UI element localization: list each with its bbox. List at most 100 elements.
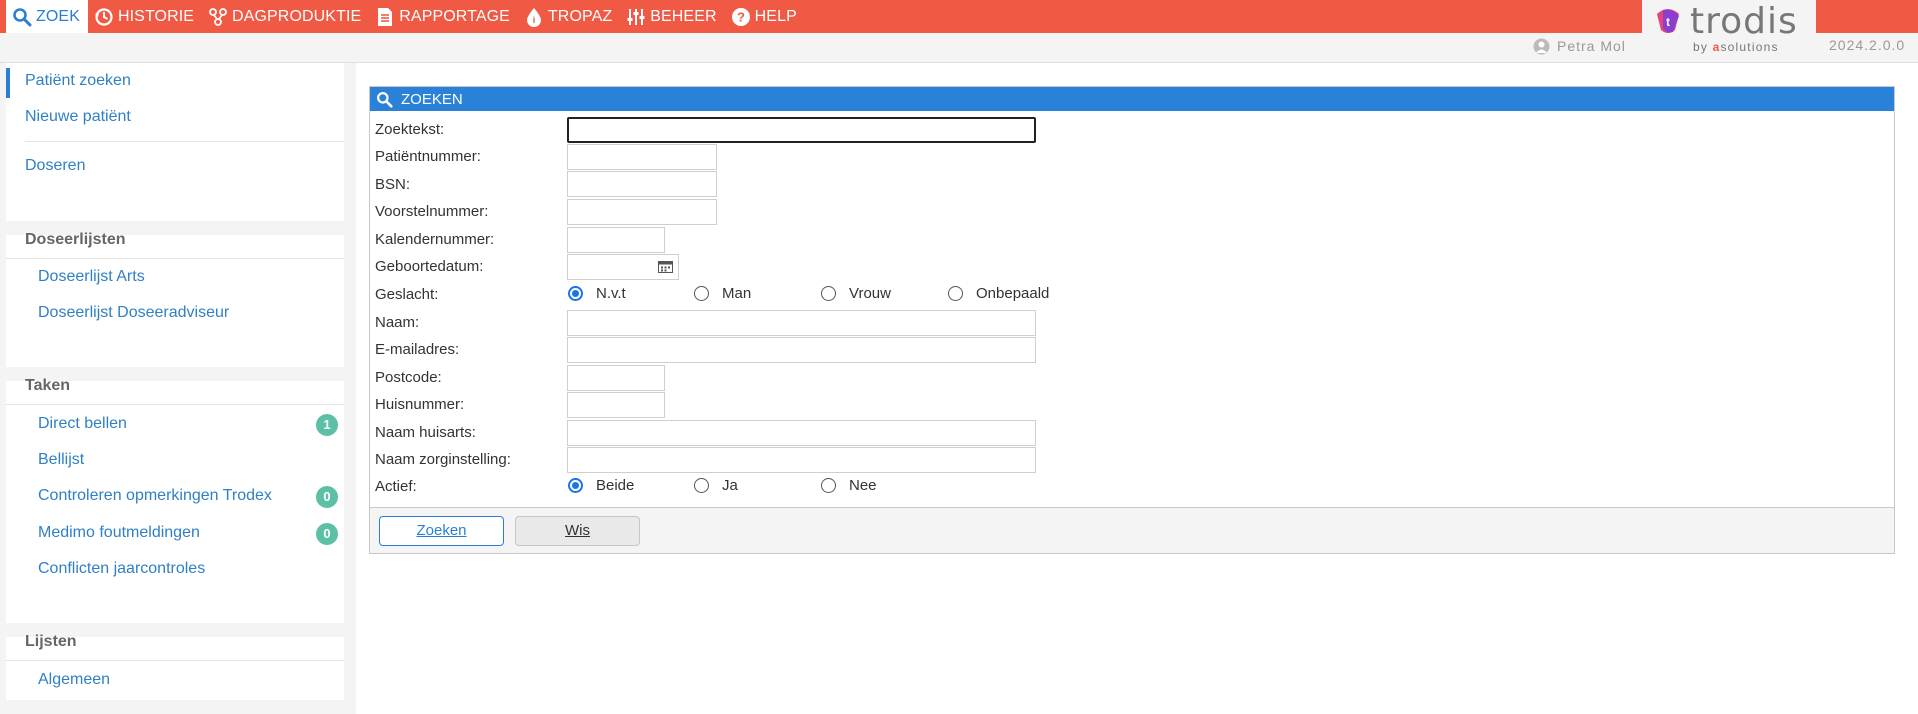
actief-label: Actief: xyxy=(375,478,417,495)
geslacht-label: Geslacht: xyxy=(375,286,439,303)
actief-radio-beide[interactable]: Beide xyxy=(568,477,634,494)
voorstelnummer-input[interactable] xyxy=(567,199,717,225)
history-icon xyxy=(94,7,113,26)
user-icon xyxy=(1533,38,1550,54)
drop-icon: i xyxy=(526,7,541,27)
geslacht-option-label: Vrouw xyxy=(849,285,891,302)
nav-dagproduktie[interactable]: DAGPRODUKTIE xyxy=(202,0,369,33)
huisnummer-input[interactable] xyxy=(567,392,665,418)
nav-rapportage[interactable]: RAPPORTAGE xyxy=(369,0,518,33)
svg-text:i: i xyxy=(533,15,536,25)
top-nav-bar: ZOEK HISTORIE DAGPRODUKTIE RAPPORTAGE i … xyxy=(0,0,1918,33)
actief-radio-nee[interactable]: Nee xyxy=(821,477,877,494)
svg-text:?: ? xyxy=(737,9,745,24)
sidebar-item-doseerlijst-arts[interactable]: Doseerlijst Arts xyxy=(38,268,145,286)
naam-input[interactable] xyxy=(567,310,1036,336)
geslacht-radio-nvt[interactable]: N.v.t xyxy=(568,285,626,302)
search-icon xyxy=(377,91,393,108)
search-icon xyxy=(13,7,32,26)
radio-indicator xyxy=(694,286,709,301)
actief-radio-ja[interactable]: Ja xyxy=(694,477,738,494)
nav-historie[interactable]: HISTORIE xyxy=(88,0,202,33)
geslacht-radio-man[interactable]: Man xyxy=(694,285,751,302)
sidebar-item-direct-bellen[interactable]: Direct bellen xyxy=(38,415,127,433)
nav-rapportage-label: RAPPORTAGE xyxy=(399,7,510,25)
main-content: ZOEKEN Zoektekst: Patiëntnummer: BSN: Vo… xyxy=(356,63,1918,714)
kalendernummer-input[interactable] xyxy=(567,227,665,253)
sidebar-divider xyxy=(6,660,344,661)
naam-zorginstelling-input[interactable] xyxy=(567,447,1036,473)
naam-zorginstelling-label: Naam zorginstelling: xyxy=(375,451,511,468)
actief-option-label: Beide xyxy=(596,477,635,494)
wis-button[interactable]: Wis xyxy=(515,516,640,546)
network-icon xyxy=(209,7,227,26)
panel-footer: Zoeken Wis xyxy=(370,507,1894,553)
zoektekst-input[interactable] xyxy=(567,117,1036,143)
geboortedatum-input[interactable] xyxy=(568,255,652,279)
brand-name: trodis xyxy=(1690,1,1798,42)
nav-beheer[interactable]: BEHEER xyxy=(620,0,724,33)
main-nav: ZOEK HISTORIE DAGPRODUKTIE RAPPORTAGE i … xyxy=(6,0,805,33)
geslacht-option-label: Onbepaald xyxy=(976,285,1050,302)
sidebar-item-controleren-opmerkingen[interactable]: Controleren opmerkingen Trodex xyxy=(38,487,272,505)
version-label: 2024.2.0.0 xyxy=(1829,37,1906,53)
sidebar-item-nieuwe-patient[interactable]: Nieuwe patiënt xyxy=(25,108,131,126)
radio-selected-indicator xyxy=(568,286,583,301)
patientnummer-label: Patiëntnummer: xyxy=(375,148,481,165)
sidebar-bottom-spacer xyxy=(6,700,344,714)
nav-tropaz-label: TROPAZ xyxy=(547,7,613,25)
brand-logo-box: t trodis by asolutions xyxy=(1642,0,1816,56)
brand-by-prefix: by xyxy=(1693,40,1713,54)
bsn-label: BSN: xyxy=(375,176,411,193)
bsn-input[interactable] xyxy=(567,171,717,197)
sidebar-item-medimo-foutmeldingen[interactable]: Medimo foutmeldingen xyxy=(38,524,200,542)
nav-help[interactable]: ? HELP xyxy=(725,0,805,33)
radio-indicator xyxy=(948,286,963,301)
help-icon: ? xyxy=(731,7,750,26)
sidebar-item-conflicten-jaarcontroles[interactable]: Conflicten jaarcontroles xyxy=(38,560,205,578)
zoeken-button[interactable]: Zoeken xyxy=(379,516,504,546)
radio-indicator xyxy=(694,478,709,493)
geslacht-radio-vrouw[interactable]: Vrouw xyxy=(821,285,891,302)
nav-beheer-label: BEHEER xyxy=(650,7,717,25)
nav-dagproduktie-label: DAGPRODUKTIE xyxy=(232,7,362,25)
svg-text:t: t xyxy=(1666,15,1670,29)
patientnummer-input[interactable] xyxy=(567,144,717,170)
nav-historie-label: HISTORIE xyxy=(117,7,195,25)
count-badge: 0 xyxy=(316,486,338,508)
nav-tropaz[interactable]: i TROPAZ xyxy=(518,0,620,33)
nav-zoek[interactable]: ZOEK xyxy=(6,0,88,33)
document-icon xyxy=(378,7,393,26)
sidebar-divider xyxy=(6,258,344,259)
naam-huisarts-input[interactable] xyxy=(567,420,1036,446)
search-panel: ZOEKEN Zoektekst: Patiëntnummer: BSN: Vo… xyxy=(369,86,1895,554)
section-doseerlijsten-title: Doseerlijsten xyxy=(25,231,126,248)
huisnummer-label: Huisnummer: xyxy=(375,396,465,413)
kalendernummer-label: Kalendernummer: xyxy=(375,231,495,248)
email-input[interactable] xyxy=(567,337,1036,363)
geslacht-radio-onbepaald[interactable]: Onbepaald xyxy=(948,285,1049,302)
sidebar-item-doseren[interactable]: Doseren xyxy=(25,157,85,175)
sidebar-item-doseerlijst-doseeradviseur[interactable]: Doseerlijst Doseeradviseur xyxy=(38,304,229,322)
radio-indicator xyxy=(821,478,836,493)
geboortedatum-field xyxy=(567,254,679,280)
brand-tagline: by asolutions xyxy=(1693,40,1779,54)
nav-zoek-label: ZOEK xyxy=(36,7,80,25)
radio-selected-indicator xyxy=(568,478,583,493)
actief-option-label: Nee xyxy=(849,477,877,494)
geboortedatum-label: Geboortedatum: xyxy=(375,258,484,275)
sidebar-item-patient-zoeken[interactable]: Patiënt zoeken xyxy=(25,72,131,90)
sidebar-item-bellijst[interactable]: Bellijst xyxy=(38,451,84,469)
user-info[interactable]: Petra Mol xyxy=(1533,37,1626,55)
section-taken-title: Taken xyxy=(25,377,71,394)
sidebar-item-algemeen[interactable]: Algemeen xyxy=(38,671,110,689)
nav-help-label: HELP xyxy=(754,7,797,25)
calendar-icon[interactable] xyxy=(658,260,673,273)
email-label: E-mailadres: xyxy=(375,341,460,358)
count-badge: 1 xyxy=(316,414,338,436)
trodis-logo-icon: t xyxy=(1657,9,1679,33)
panel-title: ZOEKEN xyxy=(401,90,463,108)
sidebar: Patiënt zoeken Nieuwe patiënt Doseren Do… xyxy=(6,63,344,714)
panel-header: ZOEKEN xyxy=(370,87,1894,111)
postcode-input[interactable] xyxy=(567,365,665,391)
